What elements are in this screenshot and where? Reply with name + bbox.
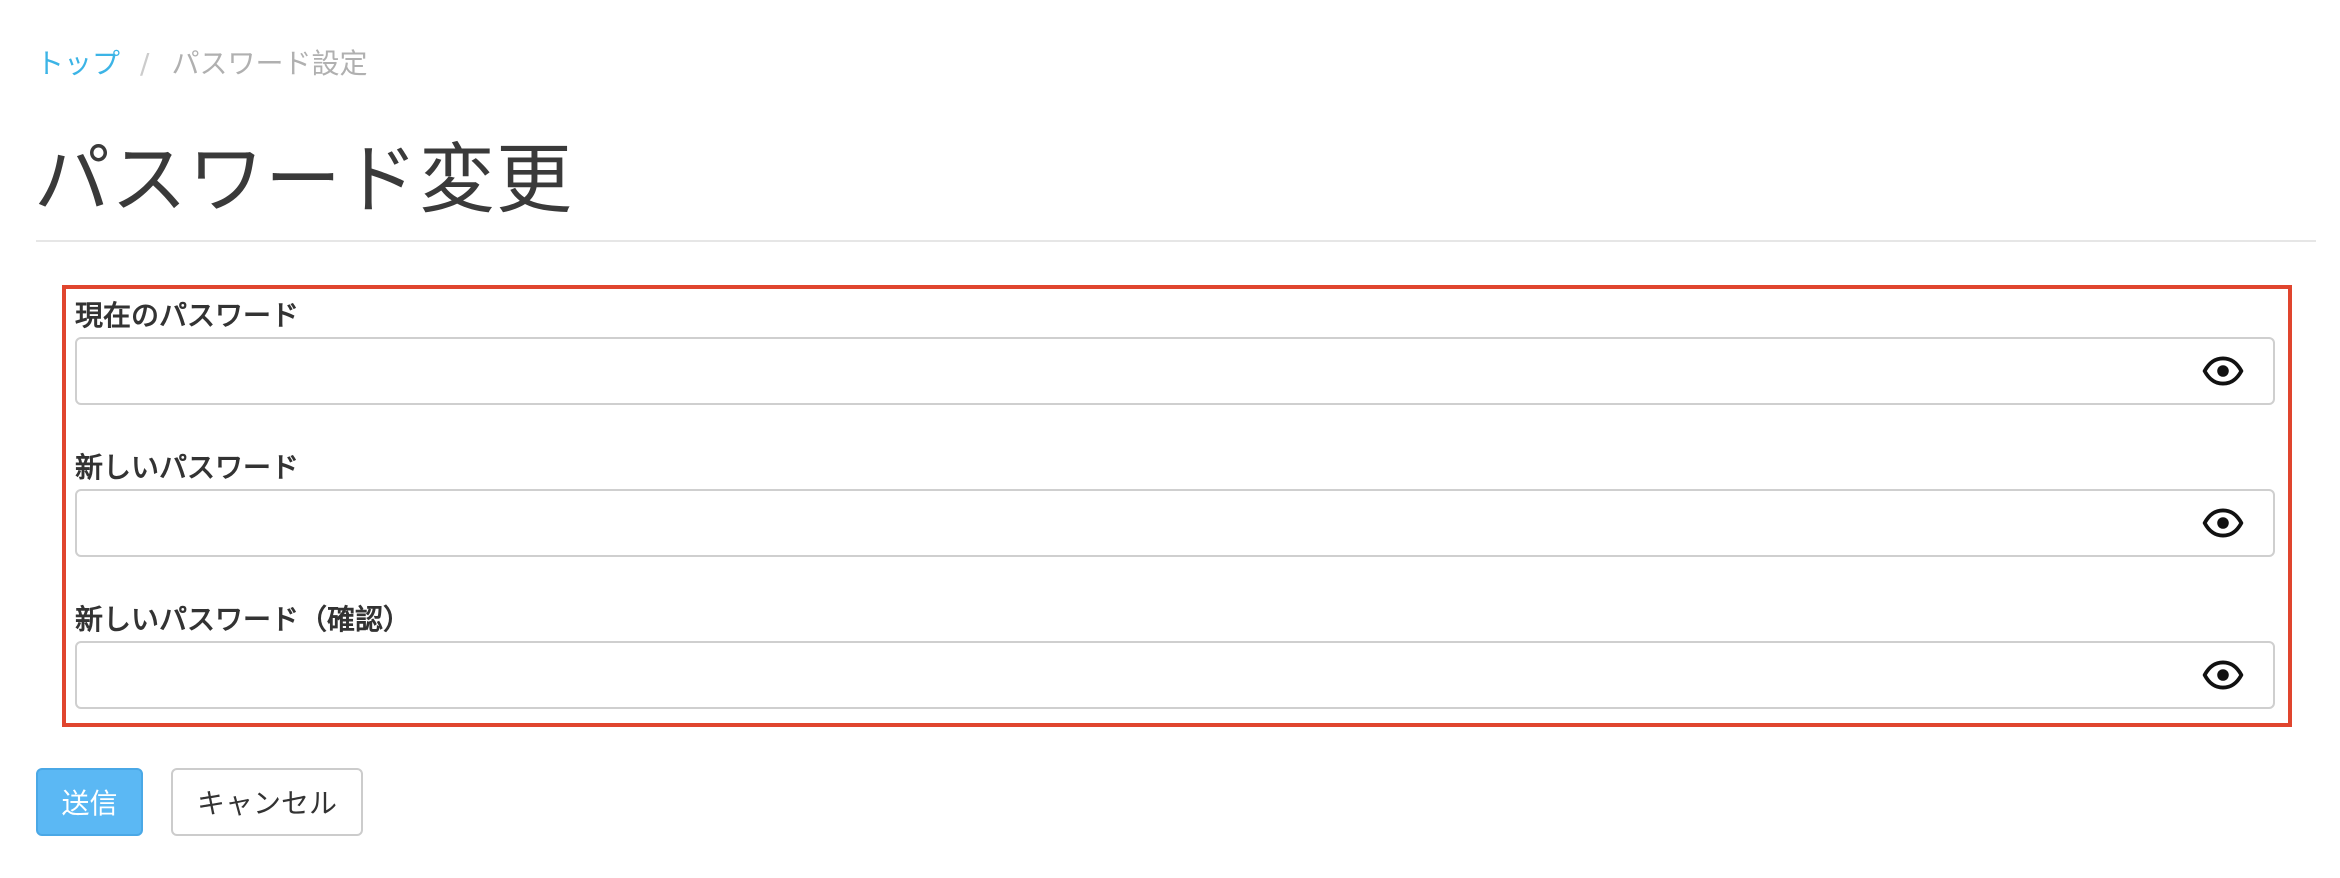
eye-icon xyxy=(2202,660,2244,690)
new-password-visibility-toggle[interactable] xyxy=(2201,501,2245,545)
new-password-label: 新しいパスワード xyxy=(75,451,300,484)
new-password-input[interactable] xyxy=(75,489,2275,557)
password-change-page: トップ / パスワード設定 パスワード変更 現在のパスワード 新しいパスワード … xyxy=(0,0,2340,878)
breadcrumb-separator: / xyxy=(140,47,150,80)
current-password-label: 現在のパスワード xyxy=(75,299,300,332)
breadcrumb-home-link[interactable]: トップ xyxy=(36,44,120,84)
title-divider xyxy=(36,240,2316,242)
current-password-visibility-toggle[interactable] xyxy=(2201,349,2245,393)
confirm-password-visibility-toggle[interactable] xyxy=(2201,653,2245,697)
confirm-password-label: 新しいパスワード（確認） xyxy=(75,603,412,636)
breadcrumb: トップ / パスワード設定 xyxy=(36,44,367,84)
new-password-field xyxy=(75,489,2275,557)
confirm-password-input[interactable] xyxy=(75,641,2275,709)
current-password-input[interactable] xyxy=(75,337,2275,405)
eye-icon xyxy=(2202,356,2244,386)
page-title: パスワード変更 xyxy=(34,135,573,224)
submit-button[interactable]: 送信 xyxy=(36,768,143,836)
cancel-button[interactable]: キャンセル xyxy=(171,768,363,836)
eye-icon xyxy=(2202,508,2244,538)
confirm-password-field xyxy=(75,641,2275,709)
breadcrumb-current: パスワード設定 xyxy=(171,47,368,80)
current-password-field xyxy=(75,337,2275,405)
